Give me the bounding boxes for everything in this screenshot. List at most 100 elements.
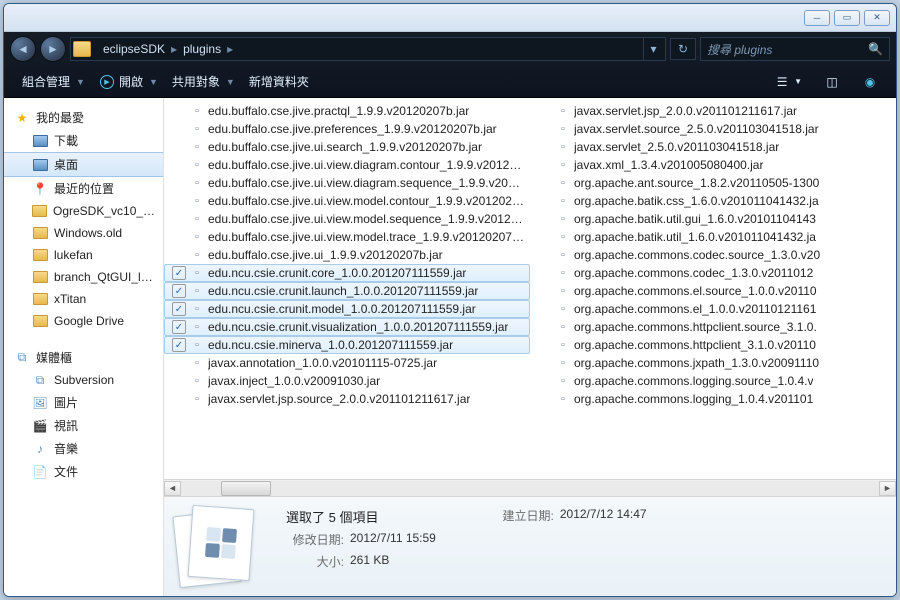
file-row[interactable]: ▫edu.buffalo.cse.jive.preferences_1.9.9.… [164, 120, 530, 138]
file-row[interactable]: ▫edu.buffalo.cse.jive.ui.view.diagram.se… [164, 174, 530, 192]
file-row[interactable]: ▫edu.buffalo.cse.jive.ui.view.diagram.co… [164, 156, 530, 174]
breadcrumb-dropdown[interactable]: ▾ [643, 38, 663, 60]
view-menu[interactable]: ☰▼ [766, 70, 810, 94]
jar-icon: ▫ [190, 212, 204, 226]
file-row[interactable]: ▫edu.buffalo.cse.jive.practql_1.9.9.v201… [164, 102, 530, 120]
file-row[interactable]: ▫edu.buffalo.cse.jive.ui_1.9.9.v20120207… [164, 246, 530, 264]
checkbox[interactable]: ✓ [172, 284, 186, 298]
preview-pane-button[interactable]: ◫ [816, 70, 848, 94]
size-label: 大小: [286, 553, 344, 570]
file-name: org.apache.commons.jxpath_1.3.0.v2009111… [574, 356, 819, 370]
file-row[interactable]: ✓▫edu.ncu.csie.crunit.core_1.0.0.2012071… [164, 264, 530, 282]
sidebar-item[interactable]: 🖼圖片 [4, 391, 163, 414]
file-row[interactable]: ▫org.apache.commons.httpclient.source_3.… [530, 318, 896, 336]
checkbox[interactable]: ✓ [172, 338, 186, 352]
sidebar-item[interactable]: Google Drive [4, 310, 163, 332]
organize-menu[interactable]: 組合管理 [14, 69, 78, 94]
file-row[interactable]: ▫org.apache.batik.css_1.6.0.v20101104143… [530, 192, 896, 210]
jar-icon: ▫ [556, 230, 570, 244]
sidebar-item[interactable]: xTitan [4, 288, 163, 310]
checkbox[interactable]: ✓ [172, 302, 186, 316]
close-button[interactable]: ✕ [864, 10, 890, 26]
file-row[interactable]: ▫edu.buffalo.cse.jive.ui.view.model.cont… [164, 192, 530, 210]
file-name: edu.ncu.csie.crunit.model_1.0.0.20120711… [208, 302, 476, 316]
file-row[interactable]: ▫ org.apache.batik.util_1.6.0.v2010110414… [530, 228, 896, 246]
file-row[interactable]: ▫javax.servlet.source_2.5.0.v20110304151… [530, 120, 896, 138]
scroll-thumb[interactable] [221, 481, 271, 496]
file-row[interactable]: ▫edu.buffalo.cse.jive.ui.view.model.trac… [164, 228, 530, 246]
sidebar-item[interactable]: OgreSDK_vc10_… [4, 200, 163, 222]
sidebar-item[interactable]: ⧉Subversion [4, 369, 163, 391]
file-row[interactable]: ▫org.apache.commons.el_1.0.0.v2011012116… [530, 300, 896, 318]
file-row[interactable]: ▫org.apache.commons.codec_1.3.0.v2011012 [530, 264, 896, 282]
libraries-group[interactable]: ⧉媒體櫃 [4, 346, 163, 369]
horizontal-scrollbar[interactable]: ◄ ► [164, 479, 896, 496]
file-row[interactable]: ▫org.apache.commons.logging.source_1.0.4… [530, 372, 896, 390]
selection-count: 選取了 5 個項目 [286, 507, 436, 526]
file-row[interactable]: ✓▫edu.ncu.csie.crunit.visualization_1.0.… [164, 318, 530, 336]
file-name: org.apache.commons.logging.source_1.0.4.… [574, 374, 813, 388]
file-row[interactable]: ▫javax.servlet.jsp_2.0.0.v201101211617.j… [530, 102, 896, 120]
scroll-left-button[interactable]: ◄ [164, 481, 181, 496]
sidebar-item[interactable]: 🎬視訊 [4, 414, 163, 437]
folder-icon [32, 225, 48, 241]
file-name: javax.servlet_2.5.0.v201103041518.jar [574, 140, 779, 154]
jar-icon: ▫ [556, 158, 570, 172]
details-pane: 選取了 5 個項目 建立日期:2012/7/12 14:47 修改日期:2012… [164, 496, 896, 596]
breadcrumb[interactable]: eclipseSDK ▸ plugins ▸ ▾ [70, 37, 666, 61]
sidebar-item[interactable]: ♪音樂 [4, 437, 163, 460]
scroll-track[interactable] [181, 481, 879, 496]
share-menu[interactable]: 共用對象 [164, 69, 228, 94]
breadcrumb-parent[interactable]: eclipseSDK [97, 42, 171, 56]
file-row[interactable]: ▫javax.xml_1.3.4.v201005080400.jar [530, 156, 896, 174]
file-row[interactable]: ▫org.apache.commons.el.source_1.0.0.v201… [530, 282, 896, 300]
checkbox[interactable]: ✓ [172, 320, 186, 334]
scroll-right-button[interactable]: ► [879, 481, 896, 496]
file-row[interactable]: ▫javax.inject_1.0.0.v20091030.jar [164, 372, 530, 390]
minimize-button[interactable]: ─ [804, 10, 830, 26]
file-name: edu.ncu.csie.minerva_1.0.0.201207111559.… [208, 338, 453, 352]
file-row[interactable]: ▫org.apache.ant.source_1.8.2.v20110505-1… [530, 174, 896, 192]
help-button[interactable]: ◉ [854, 70, 886, 94]
file-row[interactable]: ✓▫edu.ncu.csie.crunit.model_1.0.0.201207… [164, 300, 530, 318]
file-name: org.apache.batik.util_1.6.0.v20101104143… [574, 230, 816, 244]
file-row[interactable]: ▫javax.servlet_2.5.0.v201103041518.jar [530, 138, 896, 156]
sidebar-item[interactable]: 📄文件 [4, 460, 163, 483]
jar-icon: ▫ [556, 176, 570, 190]
file-row[interactable]: ▫org.apache.batik.util.gui_1.6.0.v201011… [530, 210, 896, 228]
file-name: edu.buffalo.cse.jive.ui.view.diagram.con… [208, 158, 526, 172]
checkbox[interactable]: ✓ [172, 266, 186, 280]
sidebar-item[interactable]: branch_QtGUI_l… [4, 266, 163, 288]
maximize-button[interactable]: ▭ [834, 10, 860, 26]
open-button[interactable]: ▶開啟 [91, 69, 151, 94]
file-row[interactable]: ▫org.apache.commons.codec.source_1.3.0.v… [530, 246, 896, 264]
file-row[interactable]: ▫org.apache.commons.logging_1.0.4.v20110… [530, 390, 896, 408]
file-row[interactable]: ✓▫edu.ncu.csie.minerva_1.0.0.20120711155… [164, 336, 530, 354]
file-row[interactable]: ▫edu.buffalo.cse.jive.ui.search_1.9.9.v2… [164, 138, 530, 156]
modified-label: 修改日期: [286, 531, 344, 548]
file-name: edu.ncu.csie.crunit.core_1.0.0.201207111… [208, 266, 466, 280]
sidebar-item[interactable]: Windows.old [4, 222, 163, 244]
sidebar-item[interactable]: 下載 [4, 129, 163, 152]
file-row[interactable]: ▫edu.buffalo.cse.jive.ui.view.model.sequ… [164, 210, 530, 228]
sidebar-item[interactable]: 桌面 [4, 152, 163, 177]
search-icon[interactable]: 🔍 [868, 42, 883, 56]
folder-icon: 📍 [32, 181, 48, 197]
refresh-button[interactable]: ↻ [670, 38, 696, 60]
folder-icon [32, 157, 48, 173]
file-row[interactable]: ▫javax.annotation_1.0.0.v20101115-0725.j… [164, 354, 530, 372]
breadcrumb-current[interactable]: plugins [177, 42, 227, 56]
sidebar-item[interactable]: lukefan [4, 244, 163, 266]
sidebar-item-label: xTitan [54, 292, 86, 306]
favorites-group[interactable]: ★我的最愛 [4, 106, 163, 129]
file-row[interactable]: ▫org.apache.commons.jxpath_1.3.0.v200911… [530, 354, 896, 372]
file-row[interactable]: ▫org.apache.commons.httpclient_3.1.0.v20… [530, 336, 896, 354]
file-row[interactable]: ✓▫edu.ncu.csie.crunit.launch_1.0.0.20120… [164, 282, 530, 300]
forward-button[interactable]: ► [40, 36, 66, 62]
back-button[interactable]: ◄ [10, 36, 36, 62]
newfolder-button[interactable]: 新增資料夾 [241, 69, 317, 94]
search-input[interactable]: 搜尋 plugins 🔍 [700, 37, 890, 61]
library-icon: 📄 [32, 464, 48, 480]
file-row[interactable]: ▫javax.servlet.jsp.source_2.0.0.v2011012… [164, 390, 530, 408]
sidebar-item[interactable]: 📍最近的位置 [4, 177, 163, 200]
